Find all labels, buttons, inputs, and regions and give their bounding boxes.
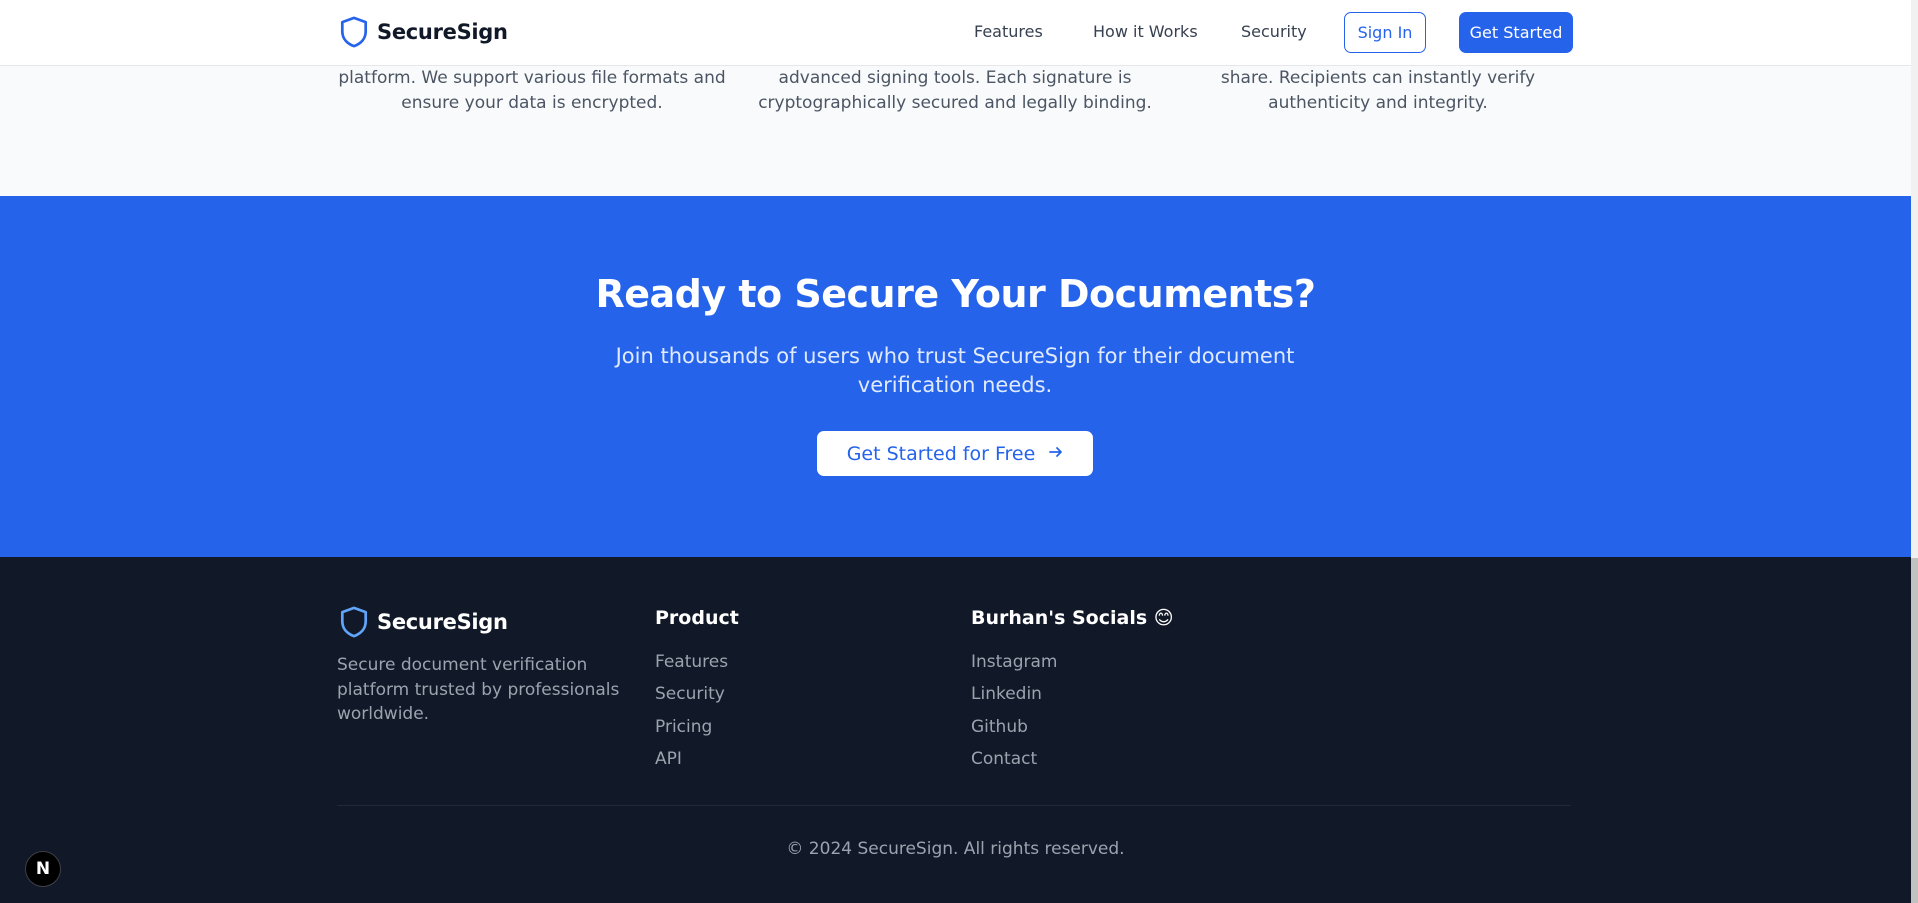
get-started-button[interactable]: Get Started [1459,12,1573,53]
footer-link-contact[interactable]: Contact [971,749,1037,769]
cta-title: Ready to Secure Your Documents? [595,272,1316,316]
footer-socials-title: Burhan's Socials 😊 [971,607,1174,629]
scrollbar-thumb[interactable] [1911,558,1918,903]
get-started-free-button[interactable]: Get Started for Free [817,431,1093,476]
footer-link-linkedin[interactable]: Linkedin [971,684,1042,704]
devtools-badge[interactable]: N [25,851,61,887]
footer-link-instagram[interactable]: Instagram [971,652,1058,672]
feature-upload-text: platform. We support various file format… [338,68,726,113]
shield-icon [340,606,368,638]
feature-sign-text: advanced signing tools. Each signature i… [758,68,1152,113]
cta-section: Ready to Secure Your Documents? Join tho… [0,196,1911,557]
arrow-right-icon [1049,444,1063,463]
footer-product-title: Product [655,607,739,629]
nav-how-it-works[interactable]: How it Works [1093,22,1198,41]
nav-features[interactable]: Features [974,22,1043,41]
site-footer: SecureSign Secure document verification … [0,557,1911,903]
footer-brand-name: SecureSign [377,610,508,634]
footer-divider [337,805,1571,806]
footer-link-security[interactable]: Security [655,684,725,704]
footer-link-github[interactable]: Github [971,717,1028,737]
cta-button-label: Get Started for Free [846,442,1036,465]
footer-link-api[interactable]: API [655,749,682,769]
sign-in-button[interactable]: Sign In [1344,12,1426,53]
copyright-text: © 2024 SecureSign. All rights reserved. [786,839,1125,859]
site-header: SecureSign Features How it Works Securit… [0,0,1911,66]
feature-share-text: share. Recipients can instantly verify a… [1220,68,1536,113]
footer-logo[interactable]: SecureSign [339,606,508,638]
page-scrollbar[interactable] [1911,0,1918,903]
features-section: platform. We support various file format… [0,66,1911,196]
footer-link-features[interactable]: Features [655,652,728,672]
footer-description: Secure document verification platform tr… [337,655,620,724]
header-logo[interactable]: SecureSign [339,16,508,48]
nav-security[interactable]: Security [1241,22,1307,41]
shield-icon [340,16,368,48]
cta-subtitle: Join thousands of users who trust Secure… [615,344,1295,397]
footer-link-pricing[interactable]: Pricing [655,717,712,737]
page: SecureSign Features How it Works Securit… [0,0,1918,903]
brand-name: SecureSign [377,20,508,44]
